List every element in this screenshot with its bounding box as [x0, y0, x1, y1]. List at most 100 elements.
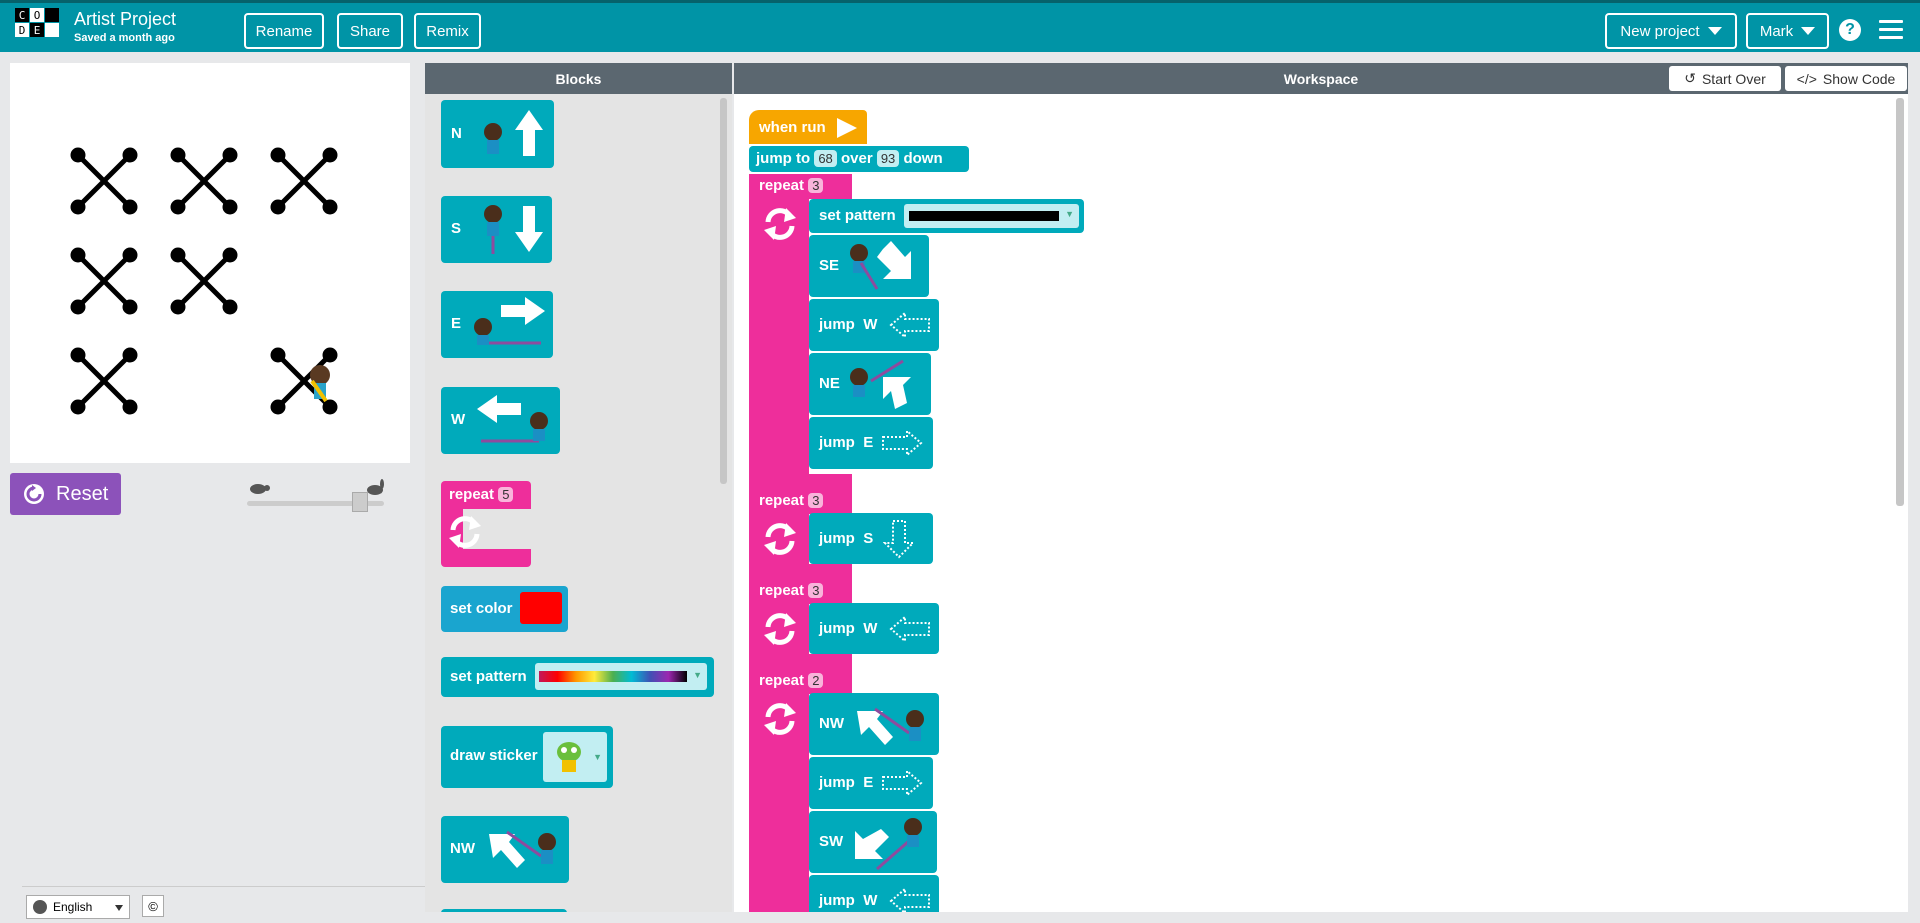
- jump-east-block[interactable]: jump E: [809, 417, 933, 469]
- move-nw-block[interactable]: NW: [809, 693, 939, 755]
- block-set-color[interactable]: set color: [441, 586, 568, 632]
- set-pattern-block[interactable]: set pattern ▼: [809, 199, 1084, 233]
- repeat-loop-icon: [764, 613, 796, 645]
- language-value: English: [53, 900, 93, 914]
- repeat-block-foot: [749, 564, 852, 578]
- toolbox: N S E W repeat 5 set color set pattern ▼…: [425, 94, 732, 912]
- remix-button[interactable]: Remix: [414, 13, 481, 49]
- block-move-south[interactable]: S: [441, 196, 552, 263]
- pattern-dropdown[interactable]: ▼: [904, 204, 1079, 228]
- divider: [22, 886, 425, 887]
- turtle-icon: [250, 484, 270, 494]
- repeat-count-dropdown[interactable]: 3: [808, 178, 824, 193]
- repeat-block[interactable]: repeat 3: [749, 488, 852, 514]
- alien-sticker-icon: [557, 742, 581, 772]
- color-swatch[interactable]: [520, 592, 562, 624]
- repeat-count-dropdown[interactable]: 3: [808, 583, 824, 598]
- up-left-arrow-icon: [857, 707, 924, 745]
- workspace-scrollbar[interactable]: [1896, 98, 1904, 506]
- chevron-down-icon: ▼: [593, 752, 602, 762]
- repeat-count-dropdown[interactable]: 3: [808, 493, 824, 508]
- move-se-block[interactable]: SE: [809, 235, 929, 297]
- block-label: NE: [819, 375, 840, 392]
- sticker-dropdown[interactable]: ▼: [543, 732, 607, 782]
- repeat-block-foot: [749, 474, 852, 488]
- block-label: jump: [819, 892, 855, 909]
- jump-west-block[interactable]: jump W: [809, 603, 939, 654]
- move-sw-block[interactable]: SW: [809, 811, 937, 873]
- artist-canvas: [10, 63, 410, 463]
- copyright-button[interactable]: ©: [142, 895, 164, 917]
- play-icon: [837, 118, 857, 138]
- block-label: repeat: [449, 486, 495, 503]
- rename-button[interactable]: Rename: [244, 13, 324, 49]
- block-draw-sticker[interactable]: draw sticker ▼: [441, 726, 613, 788]
- block-label: jump: [819, 620, 855, 637]
- user-menu[interactable]: Mark: [1746, 13, 1829, 49]
- direction-label: S: [863, 530, 874, 547]
- undo-icon: ↺: [1684, 70, 1696, 86]
- jump-y-input[interactable]: 93: [876, 150, 900, 167]
- reset-button[interactable]: Reset: [10, 473, 121, 515]
- block-label: repeat: [759, 672, 805, 689]
- jump-south-block[interactable]: jump S: [809, 513, 933, 564]
- header: C O D E Artist Project Saved a month ago…: [0, 0, 1920, 52]
- share-button[interactable]: Share: [337, 13, 403, 49]
- new-project-dropdown[interactable]: New project: [1605, 13, 1737, 49]
- block-label: E: [451, 315, 462, 332]
- language-select[interactable]: English: [26, 895, 130, 919]
- repeat-count-input[interactable]: 5: [498, 487, 514, 502]
- direction-label: E: [863, 434, 874, 451]
- block-move-north[interactable]: N: [441, 100, 554, 168]
- help-icon[interactable]: ?: [1839, 19, 1861, 41]
- pattern-dropdown[interactable]: ▼: [535, 663, 707, 690]
- start-over-button[interactable]: ↺ Start Over: [1669, 66, 1781, 91]
- repeat-block[interactable]: repeat 3: [749, 578, 852, 604]
- code-org-logo[interactable]: C O D E: [15, 8, 60, 53]
- jump-to-block[interactable]: jump to 68 over 93 down: [749, 146, 969, 172]
- chevron-down-icon: ▼: [693, 670, 702, 680]
- jump-west-block[interactable]: jump W: [809, 299, 939, 351]
- repeat-loop-icon: [764, 208, 796, 240]
- user-name: Mark: [1759, 22, 1794, 40]
- block-label: jump: [819, 774, 855, 791]
- reset-label: Reset: [56, 482, 109, 505]
- block-label: jump: [819, 434, 855, 451]
- block-label: NW: [450, 840, 475, 857]
- dotted-left-arrow-icon: [889, 310, 930, 340]
- speed-slider-handle[interactable]: [352, 492, 368, 512]
- block-label: repeat: [759, 492, 805, 509]
- code-icon: </>: [1796, 70, 1817, 87]
- jump-x-input[interactable]: 68: [814, 150, 837, 167]
- dotted-right-arrow-icon: [882, 428, 923, 458]
- repeat-block[interactable]: repeat 2: [749, 668, 852, 694]
- move-ne-block[interactable]: NE: [809, 353, 931, 415]
- repeat-block[interactable]: repeat 3: [749, 174, 852, 199]
- when-run-block[interactable]: when run: [749, 110, 867, 144]
- block-label: SE: [819, 257, 840, 274]
- direction-label: W: [863, 892, 878, 909]
- block-label: repeat: [759, 582, 805, 599]
- show-code-button[interactable]: </> Show Code: [1785, 66, 1907, 91]
- block-label: jump: [819, 316, 855, 333]
- block-set-pattern[interactable]: set pattern ▼: [441, 657, 714, 697]
- block-move-east[interactable]: E: [441, 291, 553, 358]
- block-repeat[interactable]: repeat 5: [441, 481, 531, 509]
- chevron-down-icon: [115, 905, 123, 911]
- block-label: jump to: [756, 150, 811, 167]
- jump-west-block[interactable]: jump W: [809, 875, 939, 912]
- drawing: [70, 147, 338, 415]
- down-left-arrow-icon: [855, 818, 922, 871]
- repeat-count-dropdown[interactable]: 2: [808, 673, 824, 688]
- hamburger-menu-icon[interactable]: [1879, 20, 1903, 44]
- block-label: N: [451, 125, 462, 142]
- chevron-down-icon: ▼: [1065, 209, 1074, 219]
- down-right-arrow-icon: [850, 241, 911, 290]
- toolbox-scrollbar[interactable]: [720, 98, 727, 484]
- block-partial[interactable]: [441, 909, 567, 912]
- start-over-label: Start Over: [1701, 70, 1766, 87]
- block-move-northwest[interactable]: NW: [441, 816, 569, 883]
- new-project-label: New project: [1620, 22, 1700, 40]
- block-move-west[interactable]: W: [441, 387, 560, 454]
- jump-east-block[interactable]: jump E: [809, 757, 933, 809]
